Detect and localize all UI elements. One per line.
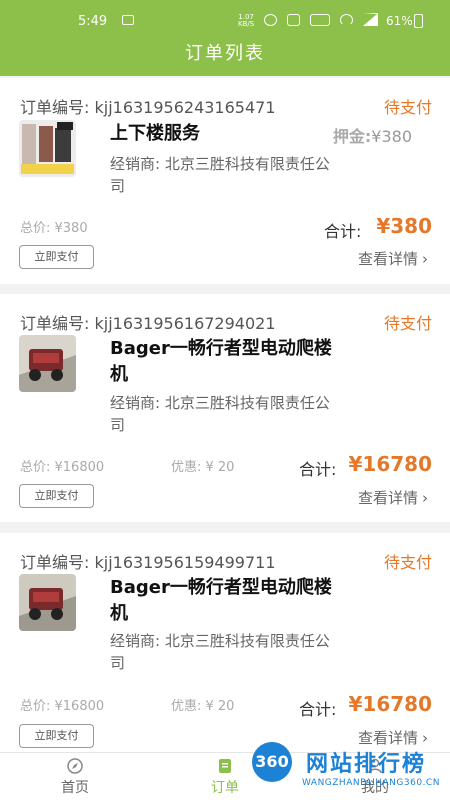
signal-icon: [363, 13, 378, 26]
total-price: 总价: ¥16800: [20, 699, 105, 714]
deposit-label: 押金:: [332, 127, 372, 146]
tab-orders[interactable]: 订单: [195, 757, 255, 797]
status-time: 5:49: [78, 14, 108, 29]
net-speed-unit: KB/S: [238, 20, 255, 28]
dealer: 经销商: 北京三胜科技有限责任公司: [110, 394, 330, 434]
tab-home[interactable]: 首页: [45, 757, 105, 797]
compass-icon: [67, 758, 83, 774]
view-detail-label: 查看详情: [357, 489, 418, 507]
wifi-icon: [340, 13, 353, 26]
dealer: 经销商: 北京三胜科技有限责任公司: [110, 155, 330, 195]
deposit-value: ¥380: [371, 127, 412, 146]
product-thumbnail[interactable]: [19, 120, 76, 177]
net-speed: 1.07 KB/S: [238, 14, 254, 28]
product-name: Bager一畅行者型电动爬楼机: [110, 577, 332, 624]
hd-icon: [310, 13, 330, 26]
order-number: 订单编号: kjj1631956159499711: [20, 553, 276, 572]
total-price: 总价: ¥16800: [20, 460, 105, 475]
view-detail-label: 查看详情: [357, 250, 418, 268]
image-icon: [122, 15, 134, 25]
status-bar: 5:49 1.07 KB/S 61%: [0, 0, 450, 36]
watermark-sub: WANGZHANPAIHANG360.CN: [302, 778, 440, 788]
order-number: 订单编号: kjj1631956167294021: [20, 314, 276, 333]
deposit: 押金:¥380: [333, 123, 412, 147]
discount: 优惠: ¥ 20: [171, 460, 235, 475]
pay-now-button[interactable]: 立即支付: [19, 484, 94, 508]
sum-label: 合计:: [299, 460, 337, 479]
product-name: Bager一畅行者型电动爬楼机: [110, 338, 332, 385]
total-price: 总价: ¥380: [20, 221, 88, 236]
nfc-icon: [287, 13, 300, 26]
order-number: 订单编号: kjj1631956243165471: [20, 98, 276, 117]
sum-label: 合计:: [324, 222, 362, 241]
tab-label: 订单: [211, 780, 239, 796]
sum-label: 合计:: [299, 700, 337, 719]
watermark-logo: 360: [252, 742, 292, 782]
battery-percent: 61%: [386, 14, 413, 28]
order-status: 待支付: [383, 98, 432, 117]
page-title: 订单列表: [185, 43, 265, 64]
order-status: 待支付: [383, 553, 432, 572]
product-thumbnail[interactable]: [19, 335, 76, 392]
chevron-right-icon: ›: [422, 489, 428, 507]
tab-label: 首页: [61, 780, 89, 796]
battery-icon: [414, 14, 423, 28]
nav-bar: 订单列表: [0, 36, 450, 76]
sum-value: ¥16780: [348, 692, 433, 716]
order-icon: [219, 759, 231, 773]
view-detail-link[interactable]: 查看详情 ›: [358, 248, 428, 269]
order-card[interactable]: 订单编号: kjj1631956159499711 待支付 Bager一畅行者型…: [0, 533, 450, 752]
order-card[interactable]: 订单编号: kjj1631956167294021 待支付 Bager一畅行者型…: [0, 294, 450, 522]
chevron-right-icon: ›: [422, 250, 428, 268]
product-thumbnail[interactable]: [19, 574, 76, 631]
order-status: 待支付: [383, 314, 432, 333]
watermark: 360 网站排行榜 WANGZHANPAIHANG360.CN: [252, 742, 448, 798]
status-icons: [264, 13, 378, 26]
sum-value: ¥380: [376, 214, 432, 238]
dealer: 经销商: 北京三胜科技有限责任公司: [110, 632, 330, 672]
pay-now-button[interactable]: 立即支付: [19, 724, 94, 748]
discount: 优惠: ¥ 20: [171, 699, 235, 714]
watermark-title: 网站排行榜: [306, 752, 427, 777]
view-detail-link[interactable]: 查看详情 ›: [358, 487, 428, 508]
product-name: 上下楼服务: [110, 123, 200, 144]
alarm-icon: [264, 13, 277, 26]
sum-value: ¥16780: [348, 452, 433, 476]
pay-now-button[interactable]: 立即支付: [19, 245, 94, 269]
order-card[interactable]: 订单编号: kjj1631956243165471 待支付 上下楼服务 押金:¥…: [0, 78, 450, 284]
